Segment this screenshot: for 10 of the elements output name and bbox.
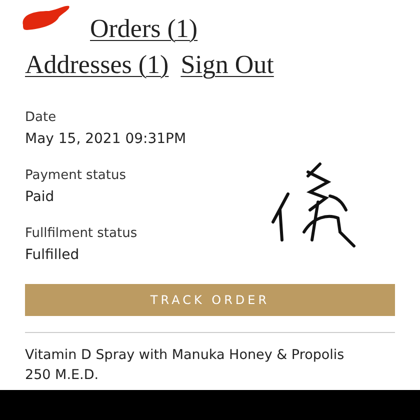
nav-link[interactable]: Addresses (1) (25, 50, 169, 80)
nav-link[interactable]: Orders (1) (90, 14, 198, 44)
field-value: Paid (25, 189, 56, 205)
nav-link[interactable]: Sign Out (180, 50, 274, 80)
field-label: Payment status (25, 168, 127, 183)
field-label: Date (25, 110, 58, 125)
field-value: Fulfilled (25, 247, 80, 263)
field-value: May 15, 2021 09:31PM (25, 131, 188, 147)
product-name: Vitamin D Spray with Manuka Honey & Propolis 250 M.E.D. (25, 346, 346, 385)
field-label: Fullfilment status (25, 226, 138, 241)
